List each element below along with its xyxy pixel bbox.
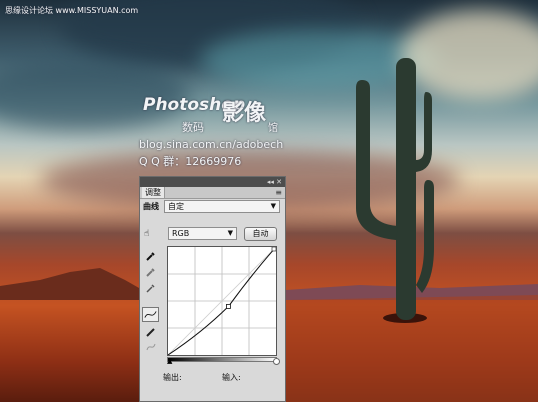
channel-value: RGB <box>172 229 190 238</box>
input-label: 输入: <box>222 373 241 382</box>
white-eyedropper-icon[interactable] <box>145 282 157 294</box>
pencil-icon[interactable] <box>145 326 157 338</box>
cactus <box>356 58 434 320</box>
curve-point-tool-icon[interactable] <box>142 307 159 322</box>
preset-value: 自定 <box>168 202 184 211</box>
output-gradient-bar <box>167 357 277 362</box>
site-watermark: 思缘设计论坛 www.MISSYUAN.com <box>5 6 139 15</box>
chevron-down-icon: ▼ <box>270 202 276 210</box>
chevron-down-icon: ▼ <box>227 229 233 237</box>
panel-titlebar[interactable]: ◂◂ ✕ <box>140 177 285 187</box>
panel-window-controls[interactable]: ◂◂ ✕ <box>267 177 282 187</box>
white-point-slider-icon[interactable] <box>273 358 280 365</box>
black-eyedropper-icon[interactable] <box>145 250 157 262</box>
curve-control-point[interactable] <box>226 304 231 309</box>
brand-suffix: 馆 <box>268 123 278 134</box>
brand-big-text: 影像 <box>222 101 267 126</box>
blog-url: blog.sina.com.cn/adobech <box>139 138 284 151</box>
smooth-icon[interactable] <box>145 341 157 353</box>
panel-menu-icon[interactable]: ≡ <box>275 188 282 197</box>
qq-group: Q Q 群：12669976 <box>139 155 242 168</box>
curves-grid <box>167 246 277 356</box>
output-label: 输出: <box>163 373 182 382</box>
brand-small-text: 数码 <box>182 121 204 134</box>
panel-tab-row: 调整 ≡ <box>140 187 285 199</box>
tab-adjustments[interactable]: 调整 <box>142 187 165 198</box>
curves-graph[interactable] <box>167 246 277 356</box>
curves-label: 曲线 <box>143 202 159 211</box>
channel-select[interactable]: RGB ▼ <box>168 227 237 240</box>
target-adjust-icon[interactable]: ☝ <box>144 228 156 240</box>
black-point-slider-icon[interactable]: ▲ <box>167 358 172 365</box>
curve-endpoint[interactable] <box>271 246 277 252</box>
mountain <box>0 268 139 300</box>
preset-select[interactable]: 自定 ▼ <box>164 200 280 213</box>
gray-eyedropper-icon[interactable] <box>145 266 157 278</box>
auto-button[interactable]: 自动 <box>244 227 277 241</box>
